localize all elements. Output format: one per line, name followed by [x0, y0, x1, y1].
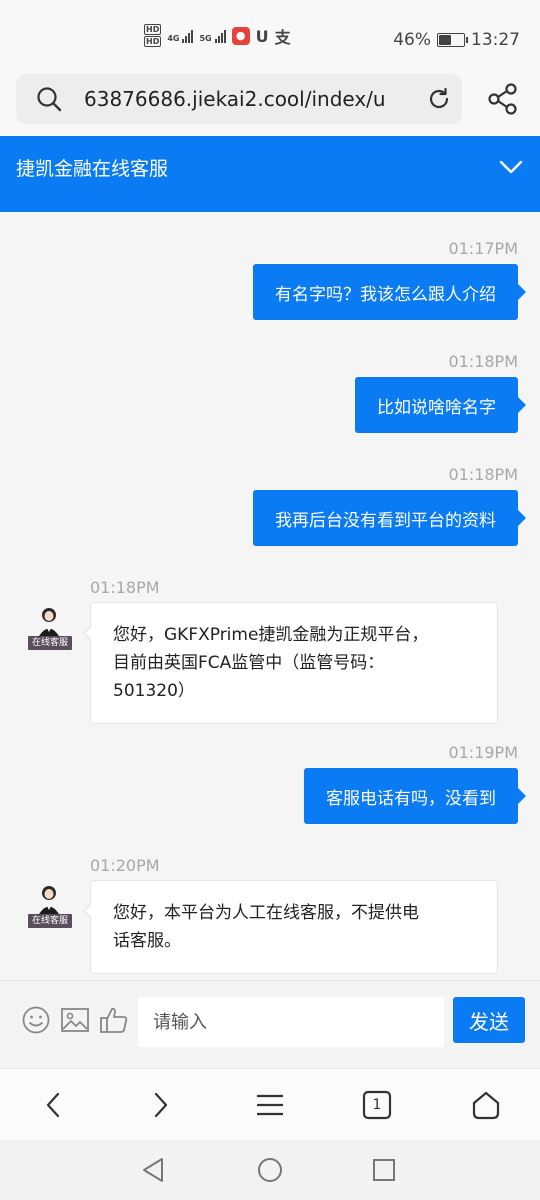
- tabs-button[interactable]: 1: [361, 1089, 393, 1121]
- status-right: 46% 13:27: [393, 30, 520, 50]
- system-recents-icon[interactable]: [370, 1156, 398, 1184]
- address-bar[interactable]: 63876686.jiekai2.cool/index/u: [16, 74, 462, 124]
- message-timestamp: 01:18PM: [90, 578, 160, 597]
- chevron-down-icon[interactable]: [498, 154, 524, 180]
- message-line: 目前由英国FCA监管中（监管号码：: [113, 653, 385, 673]
- message-list[interactable]: 01:17PM 有名字吗？我该怎么跟人介绍 01:18PM 比如说啥啥名字 01…: [0, 212, 540, 980]
- send-button[interactable]: 发送: [453, 997, 525, 1043]
- agent-photo-icon: [39, 886, 59, 914]
- signal-bars-icon: [214, 29, 226, 43]
- tab-count: 1: [372, 1097, 382, 1113]
- emoji-icon[interactable]: [21, 1005, 51, 1035]
- message-timestamp: 01:17PM: [448, 239, 518, 258]
- incoming-message[interactable]: 您好，GKFXPrime捷凯金融为正规平台， 目前由英国FCA监管中（监管号码：…: [83, 602, 498, 724]
- message-line: 话客服。: [113, 931, 181, 951]
- message-timestamp: 01:20PM: [90, 856, 160, 875]
- outgoing-message[interactable]: 我再后台没有看到平台的资料: [253, 490, 526, 546]
- battery-icon: [437, 33, 468, 47]
- forward-icon[interactable]: [144, 1089, 176, 1121]
- agent-avatar: 在线客服: [26, 884, 72, 930]
- message-timestamp: 01:18PM: [448, 352, 518, 371]
- hd-badge: HD HD: [144, 24, 162, 48]
- agent-badge: 在线客服: [28, 636, 72, 650]
- url-text[interactable]: 63876686.jiekai2.cool/index/u: [84, 87, 424, 111]
- outgoing-message[interactable]: 比如说啥啥名字: [355, 377, 526, 433]
- message-input[interactable]: [138, 997, 444, 1047]
- status-bar: HD HD 4G 5G ● U 支 46% 13:27: [0, 0, 540, 64]
- incoming-message[interactable]: 您好，本平台为人工在线客服，不提供电 话客服。: [83, 880, 498, 974]
- hd-badge-top: HD: [144, 24, 162, 35]
- thumbs-up-icon[interactable]: [99, 1005, 129, 1035]
- system-home-icon[interactable]: [256, 1156, 284, 1184]
- network-type-2: 5G: [199, 34, 212, 43]
- hd-badge-bottom: HD: [144, 36, 162, 47]
- weibo-icon: ●: [231, 27, 250, 45]
- battery-level: [439, 35, 451, 45]
- signal-5g: 5G: [199, 29, 226, 43]
- outgoing-message[interactable]: 有名字吗？我该怎么跟人介绍: [253, 264, 526, 320]
- status-left-icons: HD HD 4G 5G ● U 支: [144, 24, 291, 48]
- system-back-icon[interactable]: [140, 1156, 168, 1184]
- app-glyph-u-icon: U: [255, 26, 269, 46]
- browser-nav-bar: 1: [0, 1068, 540, 1140]
- browser-toolbar: 63876686.jiekai2.cool/index/u: [0, 64, 540, 136]
- signal-4g: 4G: [167, 29, 194, 43]
- message-timestamp: 01:18PM: [448, 465, 518, 484]
- reload-icon[interactable]: [426, 86, 452, 112]
- menu-icon[interactable]: [254, 1089, 286, 1121]
- message-timestamp: 01:19PM: [448, 743, 518, 762]
- agent-avatar: 在线客服: [26, 606, 72, 652]
- chat-header: 捷凯金融在线客服: [0, 136, 540, 212]
- chat-title: 捷凯金融在线客服: [16, 158, 169, 180]
- message-line: 您好，GKFXPrime捷凯金融为正规平台，: [113, 625, 429, 645]
- network-type-1: 4G: [167, 34, 180, 43]
- home-icon[interactable]: [470, 1089, 502, 1121]
- agent-photo-icon: [39, 608, 59, 636]
- clock: 13:27: [471, 30, 520, 50]
- search-icon[interactable]: [36, 86, 62, 112]
- agent-badge: 在线客服: [28, 914, 72, 928]
- back-icon[interactable]: [38, 1089, 70, 1121]
- outgoing-message[interactable]: 客服电话有吗，没看到: [304, 768, 526, 824]
- alipay-icon: 支: [274, 28, 291, 47]
- battery-percent: 46%: [393, 30, 431, 50]
- message-line: 您好，本平台为人工在线客服，不提供电: [113, 903, 419, 923]
- image-icon[interactable]: [60, 1005, 90, 1035]
- share-icon[interactable]: [486, 82, 520, 116]
- system-nav-bar: [0, 1140, 540, 1200]
- signal-bars-icon: [182, 29, 194, 43]
- composer-bar: 发送: [0, 980, 540, 1068]
- message-line: 501320）: [113, 681, 195, 701]
